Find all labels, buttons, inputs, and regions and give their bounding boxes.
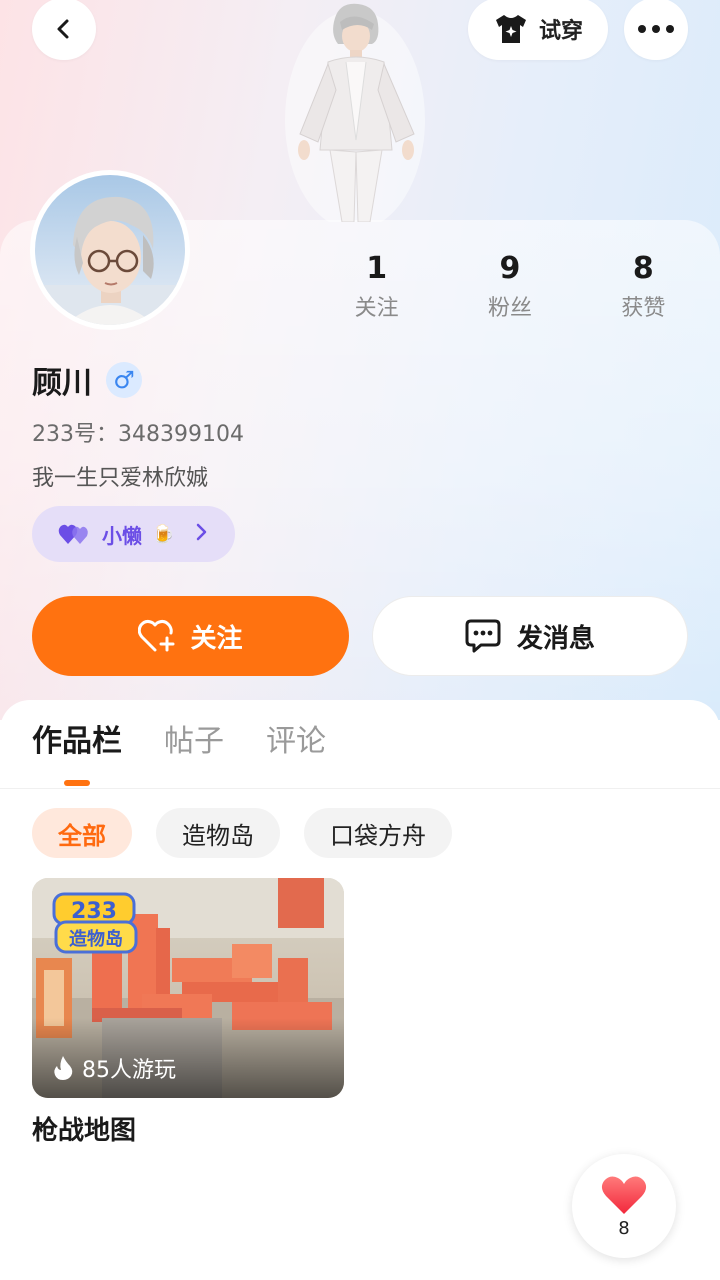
avatar[interactable]: [30, 170, 190, 330]
play-count: 85人游玩: [52, 1052, 176, 1084]
tab-works[interactable]: 作品栏: [32, 722, 122, 762]
send-message-button[interactable]: 发消息: [372, 596, 688, 676]
like-count: 8: [618, 1217, 630, 1239]
filter-chip-pocket-ark[interactable]: 口袋方舟: [304, 808, 452, 858]
more-options-button[interactable]: [624, 0, 688, 60]
heart-plus-icon: [138, 619, 175, 652]
avatar-image: [35, 196, 185, 325]
follow-button[interactable]: 关注: [32, 596, 349, 676]
work-title[interactable]: 枪战地图: [32, 1110, 344, 1147]
stat-likes[interactable]: 8 获赞: [577, 250, 710, 322]
double-heart-icon: [58, 524, 88, 544]
logo-number: 233: [71, 899, 117, 924]
send-message-label: 发消息: [516, 623, 595, 654]
more-dots-icon: [638, 25, 674, 33]
game-logo-image: 233 造物岛: [52, 892, 138, 954]
play-count-text: 85人游玩: [82, 1058, 176, 1083]
stat-followers[interactable]: 9 粉丝: [443, 250, 576, 322]
filter-chip-creation-island[interactable]: 造物岛: [156, 808, 280, 858]
chat-bubble-icon: [465, 619, 501, 653]
character-model-image: [285, 3, 425, 222]
tshirt-sparkle-icon: [495, 15, 526, 43]
work-card[interactable]: 233 造物岛 85人游玩 枪战地图: [32, 878, 344, 1147]
follow-label: 关注: [190, 623, 243, 654]
work-thumbnail[interactable]: 233 造物岛 85人游玩: [32, 878, 344, 1098]
badge-label: 小懒: [102, 523, 142, 548]
stat-label: 关注: [354, 296, 399, 321]
chevron-left-icon: [57, 19, 69, 39]
heart-icon: [601, 1176, 647, 1214]
back-button[interactable]: [32, 0, 96, 60]
active-tab-indicator: [64, 780, 90, 786]
chevron-right-icon: [195, 520, 209, 548]
stat-following[interactable]: 1 关注: [310, 250, 443, 322]
stat-label: 获赞: [621, 296, 666, 321]
user-id: 233号：348399104: [32, 422, 244, 447]
name-row: 顾川 ♂: [32, 358, 142, 402]
relationship-badge[interactable]: 小懒 🍺: [32, 506, 235, 562]
stat-label: 粉丝: [487, 296, 532, 321]
try-on-button[interactable]: 试穿: [468, 0, 608, 60]
beer-emoji: 🍺: [152, 523, 175, 545]
male-gender-icon: ♂: [106, 362, 142, 398]
work-filter-chips: 全部 造物岛 口袋方舟: [32, 808, 452, 858]
filter-chip-all[interactable]: 全部: [32, 808, 132, 858]
logo-subtitle: 造物岛: [69, 928, 123, 950]
tab-posts[interactable]: 帖子: [164, 722, 224, 762]
user-name: 顾川: [32, 366, 92, 401]
tabs-divider: [0, 788, 720, 789]
profile-stats: 1 关注 9 粉丝 8 获赞: [310, 250, 710, 322]
user-bio: 我一生只爱林欣娍: [32, 466, 209, 491]
stat-value: 8: [632, 251, 654, 286]
stat-value: 9: [499, 251, 521, 286]
flame-icon: [54, 1056, 73, 1080]
stat-value: 1: [366, 251, 388, 286]
content-tabs: 作品栏 帖子 评论: [32, 722, 326, 762]
try-on-label: 试穿: [538, 19, 583, 44]
tab-comments[interactable]: 评论: [266, 722, 326, 762]
like-button[interactable]: 8: [572, 1154, 676, 1258]
